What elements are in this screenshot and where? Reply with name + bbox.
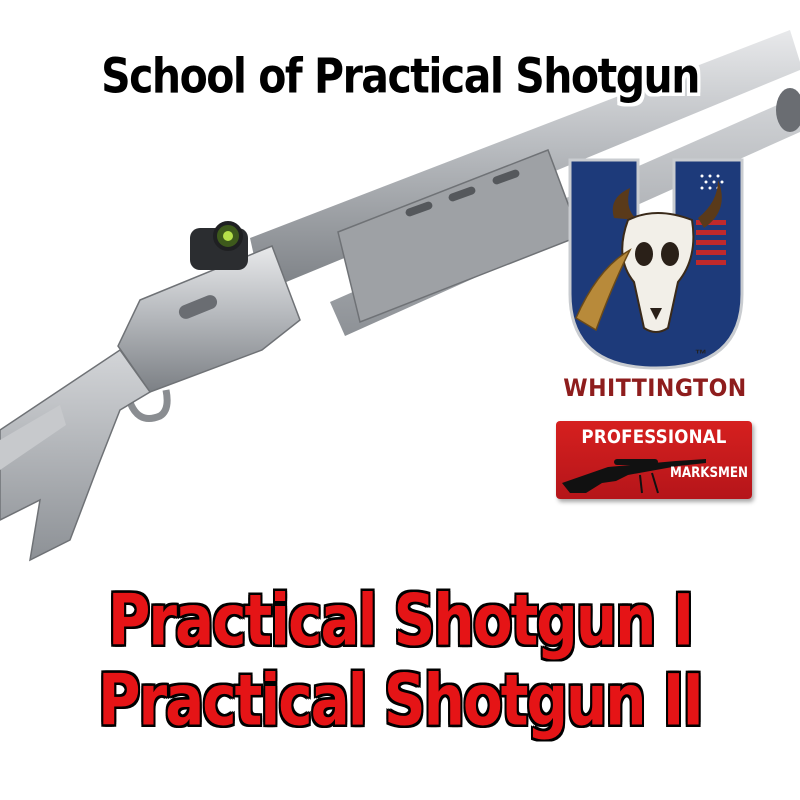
badge-line-marksmen: MARKSMEN xyxy=(670,465,748,481)
trademark-symbol: ™ xyxy=(695,347,707,361)
skull-feather-u-icon xyxy=(568,158,744,370)
course-title-1: Practical Shotgun I xyxy=(107,578,694,662)
professional-marksmen-badge: PROFESSIONAL MARKSMEN xyxy=(556,421,752,499)
page-title: School of Practical Shotgun xyxy=(101,47,700,105)
badge-line-professional: PROFESSIONAL xyxy=(581,427,727,448)
course-title-2: Practical Shotgun II xyxy=(98,658,704,742)
whittington-wordmark: WHITTINGTON xyxy=(563,374,747,402)
flyer-canvas: School of Practical Shotgun ™ WHITTINGTO… xyxy=(0,0,800,800)
